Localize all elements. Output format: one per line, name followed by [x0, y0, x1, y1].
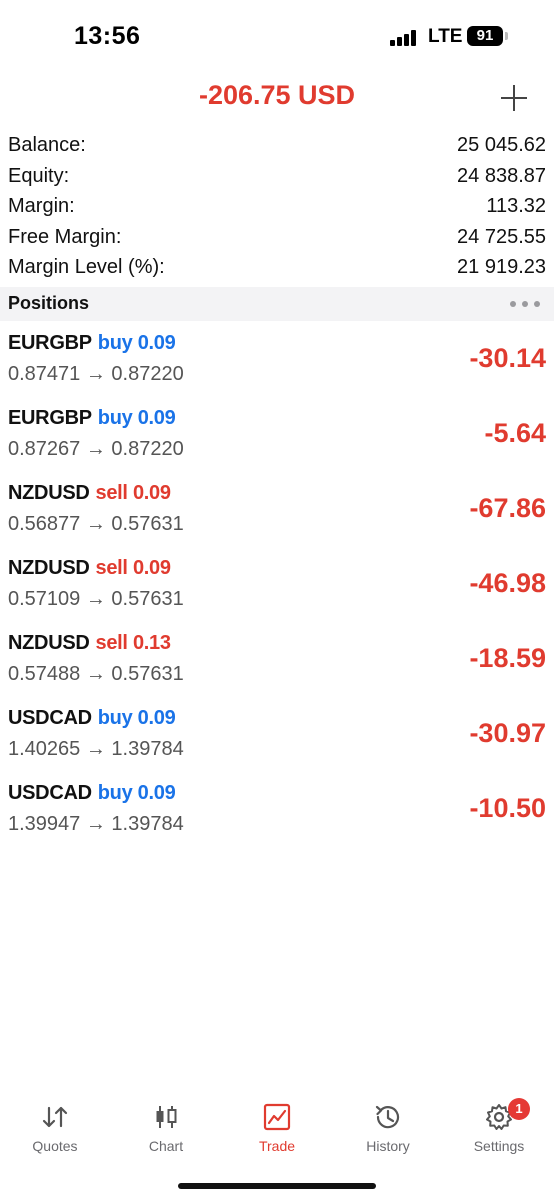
symbol-name: USDCAD	[8, 707, 92, 729]
home-indicator[interactable]	[178, 1183, 376, 1189]
position-row[interactable]: NZDUSD sell 0.13 0.57488 → 0.57631 -18.59	[0, 627, 554, 702]
tab-label: Settings	[473, 1138, 525, 1154]
symbol-name: NZDUSD	[8, 482, 90, 504]
summary-row-equity: Equity: 24 838.87	[0, 162, 554, 193]
position-symbol: NZDUSD sell 0.13	[8, 632, 171, 655]
chart-icon	[156, 1106, 177, 1128]
battery-icon: 91	[467, 26, 503, 46]
summary-value: 21 919.23	[457, 256, 546, 278]
tab-chart[interactable]: Chart	[111, 1090, 221, 1160]
tab-label: Trade	[258, 1138, 296, 1154]
tab-history[interactable]: History	[333, 1090, 443, 1160]
position-direction: buy 0.09	[97, 407, 176, 429]
position-prices: 0.57109 → 0.57631	[8, 588, 184, 610]
summary-value: 113.32	[486, 195, 546, 217]
position-symbol: NZDUSD sell 0.09	[8, 482, 171, 505]
position-direction: buy 0.09	[97, 707, 176, 729]
position-row[interactable]: EURGBP buy 0.09 0.87471 → 0.87220 -30.14	[0, 327, 554, 402]
summary-label: Margin:	[8, 195, 75, 217]
position-profit: -5.64	[484, 418, 546, 448]
positions-list: EURGBP buy 0.09 0.87471 → 0.87220 -30.14 …	[0, 327, 554, 852]
bottom-tab-bar: Quotes Chart Trade History 1 Settings	[0, 1090, 554, 1170]
symbol-name: NZDUSD	[8, 557, 90, 579]
plus-icon[interactable]	[496, 80, 532, 116]
position-symbol: EURGBP buy 0.09	[8, 407, 176, 430]
signal-icon	[390, 30, 418, 46]
tab-label: History	[366, 1138, 410, 1154]
summary-row-margin: Margin: 113.32	[0, 192, 554, 223]
position-row[interactable]: EURGBP buy 0.09 0.87267 → 0.87220 -5.64	[0, 402, 554, 477]
symbol-name: EURGBP	[8, 407, 92, 429]
symbol-name: NZDUSD	[8, 632, 90, 654]
summary-value: 25 045.62	[457, 134, 546, 156]
tab-label: Quotes	[32, 1138, 78, 1154]
summary-row-margin-level: Margin Level (%): 21 919.23	[0, 253, 554, 284]
position-row[interactable]: NZDUSD sell 0.09 0.57109 → 0.57631 -46.98	[0, 552, 554, 627]
position-profit: -67.86	[469, 493, 546, 523]
battery-tip	[505, 32, 508, 40]
history-icon	[375, 1105, 400, 1129]
status-time: 13:56	[74, 22, 141, 50]
summary-value: 24 725.55	[457, 225, 546, 248]
tab-trade[interactable]: Trade	[222, 1090, 332, 1160]
notification-badge: 1	[508, 1098, 530, 1120]
summary-label: Free Margin:	[8, 225, 122, 248]
position-direction: sell 0.09	[95, 482, 171, 504]
position-prices: 0.57488 → 0.57631	[8, 663, 184, 685]
positions-section-header: Positions	[0, 287, 554, 321]
position-row[interactable]: USDCAD buy 0.09 1.39947 → 1.39784 -10.50	[0, 777, 554, 852]
tab-quotes[interactable]: Quotes	[0, 1090, 110, 1160]
symbol-name: USDCAD	[8, 782, 92, 804]
summary-row-free-margin: Free Margin: 24 725.55	[0, 223, 554, 254]
position-row[interactable]: USDCAD buy 0.09 1.40265 → 1.39784 -30.97	[0, 702, 554, 777]
summary-value: 24 838.87	[457, 164, 546, 187]
summary-label: Balance:	[8, 134, 86, 156]
position-prices: 0.56877 → 0.57631	[8, 513, 184, 535]
quotes-icon	[42, 1106, 68, 1128]
summary-label: Margin Level (%):	[8, 256, 165, 278]
position-row[interactable]: NZDUSD sell 0.09 0.56877 → 0.57631 -67.86	[0, 477, 554, 552]
position-profit: -10.50	[469, 793, 546, 823]
symbol-name: EURGBP	[8, 332, 92, 354]
position-prices: 1.40265 → 1.39784	[8, 738, 184, 760]
position-direction: sell 0.13	[95, 632, 171, 654]
more-icon[interactable]	[510, 301, 540, 307]
position-profit: -18.59	[469, 643, 546, 673]
position-symbol: NZDUSD sell 0.09	[8, 557, 171, 580]
position-symbol: USDCAD buy 0.09	[8, 707, 176, 730]
position-profit: -30.14	[469, 343, 546, 373]
network-type: LTE	[428, 26, 463, 47]
tab-settings[interactable]: 1 Settings	[444, 1090, 554, 1160]
position-direction: buy 0.09	[97, 332, 176, 354]
tab-label: Chart	[148, 1138, 184, 1154]
position-prices: 0.87267 → 0.87220	[8, 438, 184, 460]
account-summary: Balance: 25 045.62 Equity: 24 838.87 Mar…	[0, 131, 554, 284]
position-direction: sell 0.09	[95, 557, 171, 579]
trade-icon	[263, 1103, 291, 1131]
position-direction: buy 0.09	[97, 782, 176, 804]
status-bar: 13:56 LTE 91	[0, 0, 554, 72]
position-symbol: EURGBP buy 0.09	[8, 332, 176, 355]
summary-label: Equity:	[8, 164, 70, 187]
summary-row-balance: Balance: 25 045.62	[0, 131, 554, 162]
position-symbol: USDCAD buy 0.09	[8, 782, 176, 805]
position-prices: 1.39947 → 1.39784	[8, 813, 184, 835]
floating-profit-title: -206.75 USD	[198, 80, 356, 110]
position-profit: -30.97	[469, 718, 546, 748]
position-profit: -46.98	[469, 568, 546, 598]
positions-title: Positions	[8, 293, 90, 313]
position-prices: 0.87471 → 0.87220	[8, 363, 184, 385]
